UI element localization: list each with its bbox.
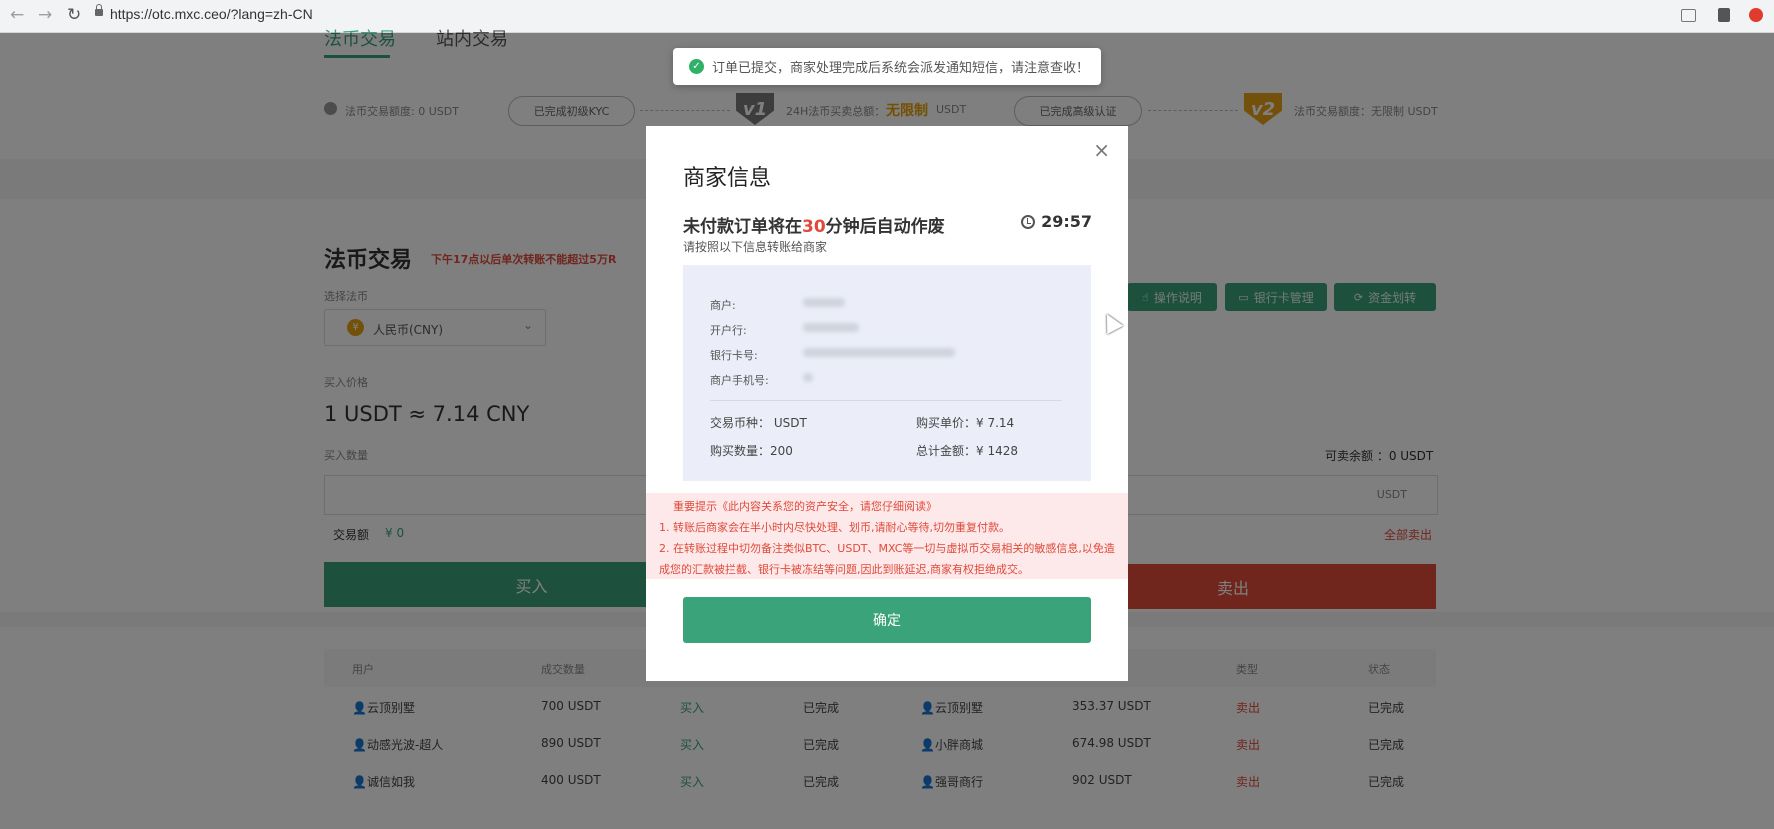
extension-icon[interactable] [1749,8,1763,22]
currency-field: 交易币种： USDT [710,416,807,430]
bank-label: 开户行: [710,324,747,337]
notice-line-1: 1. 转账后商家会在半小时内尽快处理、划币,请耐心等待,切勿重复付款。 [659,521,1010,534]
forward-icon[interactable]: → [38,5,52,25]
notice-line-3: 成您的汇款被拦截、银行卡被冻结等问题,因此到账延迟,商家有权拒绝成交。 [659,563,1029,576]
warn-prefix: 未付款订单将在 [683,217,802,237]
browser-toolbar: ← → ↻ https://otc.mxc.ceo/?lang=zh-CN [0,0,1774,33]
total-field: 总计金额：¥ 1428 [916,444,1019,458]
countdown-timer: 29:57 [1021,212,1092,231]
notice-title: 重要提示《此内容关系您的资产安全，请您仔细阅读》 [673,500,937,513]
clock-icon [1021,214,1036,229]
notice-line-2: 2. 在转账过程中切勿备注类似BTC、USDT、MXC等一切与虚拟币交易相关的敏… [659,542,1115,555]
phone-label: 商户手机号: [710,374,769,387]
important-notice: 重要提示《此内容关系您的资产安全，请您仔细阅读》 1. 转账后商家会在半小时内尽… [646,493,1128,579]
unit-price-field: 购买单价：¥ 7.14 [916,416,1015,430]
merchant-value-blurred [803,298,845,307]
card-value-blurred [803,348,955,357]
lock-icon [95,4,103,16]
modal-subtitle: 请按照以下信息转账给商家 [683,240,828,254]
divider [710,400,1062,401]
bank-value-blurred [803,323,859,332]
merchant-info-modal: 商家信息 × 未付款订单将在30分钟后自动作废 29:57 请按照以下信息转账给… [646,126,1128,681]
timer-value: 29:57 [1041,212,1092,231]
merchant-label: 商户: [710,299,736,312]
payment-info-box: 商户: 开户行: 银行卡号: 商户手机号: 交易币种： USDT 购买单价：¥ … [683,265,1091,481]
expire-warning: 未付款订单将在30分钟后自动作废 [683,212,945,237]
address-bar[interactable]: https://otc.mxc.ceo/?lang=zh-CN [110,6,313,22]
phone-value-blurred [803,373,813,382]
warn-suffix: 分钟后自动作废 [825,217,945,237]
back-icon[interactable]: ← [10,5,24,25]
confirm-button[interactable]: 确定 [683,597,1091,643]
warn-minutes: 30 [802,217,826,237]
profile-icon[interactable] [1718,8,1730,22]
reload-icon[interactable]: ↻ [67,5,81,25]
modal-title: 商家信息 [683,166,772,191]
card-label: 银行卡号: [710,349,758,362]
check-icon: ✓ [689,59,704,74]
translate-icon[interactable] [1681,9,1696,22]
close-icon[interactable]: × [1093,138,1110,162]
quantity-field: 购买数量：200 [710,444,793,458]
toast-text: 订单已提交，商家处理完成后系统会派发通知短信，请注意查收！ [712,61,1090,76]
success-toast: ✓ 订单已提交，商家处理完成后系统会派发通知短信，请注意查收！ [673,48,1101,85]
